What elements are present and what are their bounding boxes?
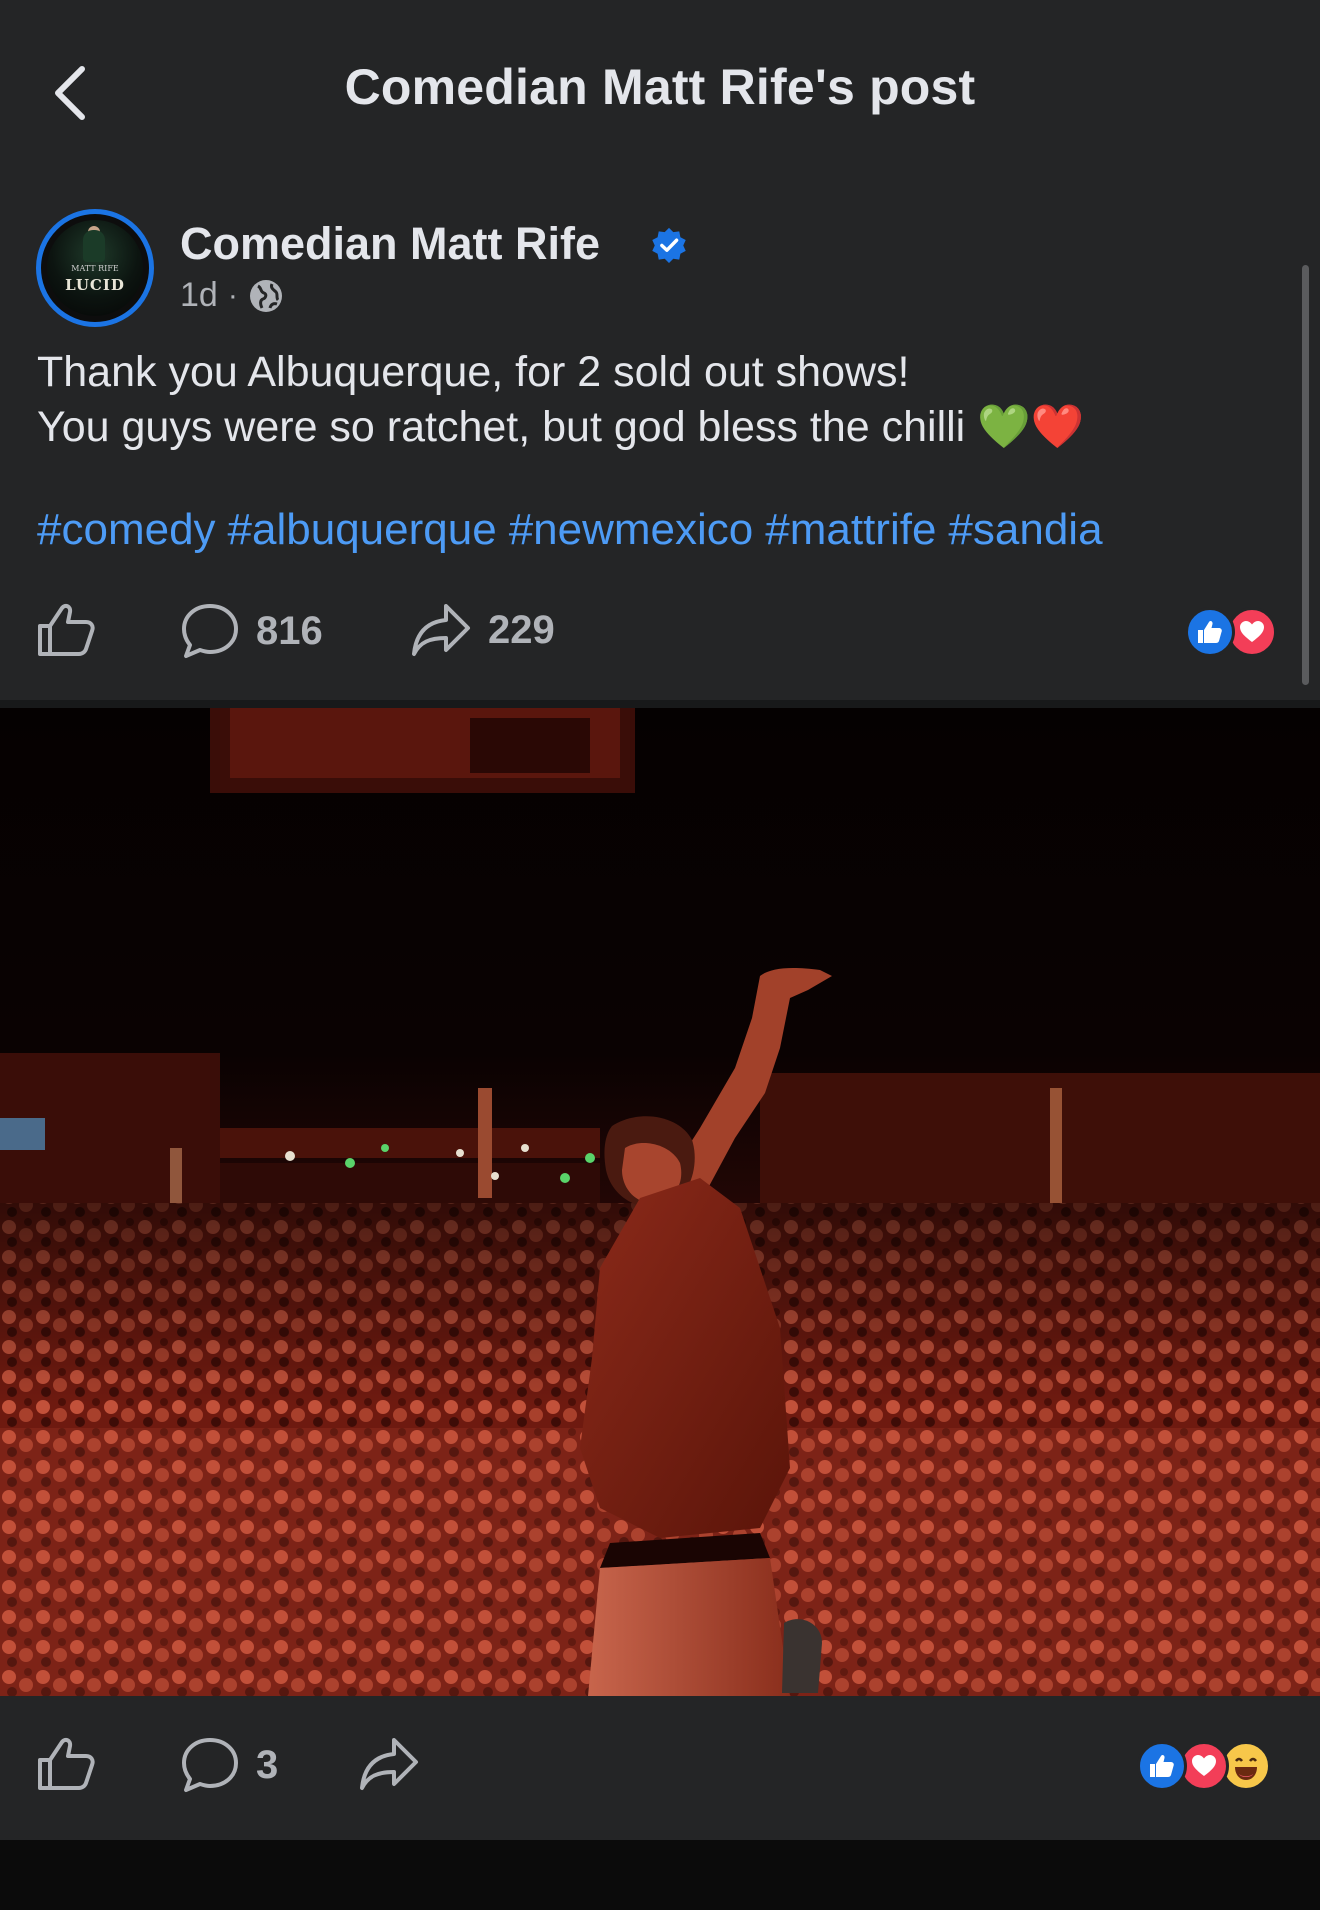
post-meta: 1d · — [180, 276, 284, 315]
share-count: 229 — [488, 607, 555, 652]
post-photo[interactable] — [0, 708, 1320, 1696]
globe-icon — [249, 279, 282, 312]
thumbs-up-icon — [38, 1737, 95, 1790]
photo-share-button[interactable] — [358, 1736, 420, 1792]
post-text-line-2: You guys were so ratchet, but god bless … — [37, 403, 1085, 451]
comment-icon — [182, 604, 238, 658]
hashtag-link[interactable]: #mattrife — [765, 505, 936, 554]
post-divider — [0, 700, 1320, 708]
photo-like-button[interactable] — [36, 1736, 96, 1792]
next-post-preview — [0, 1840, 1320, 1910]
avatar[interactable]: MATT RIFE LUCID — [36, 209, 154, 327]
avatar-brand: MATT RIFE — [71, 264, 119, 273]
author-name[interactable]: Comedian Matt Rife — [180, 218, 600, 270]
comment-icon — [182, 1738, 238, 1792]
share-icon — [360, 1738, 418, 1790]
like-reaction-icon — [1137, 1741, 1187, 1791]
post-page: Comedian Matt Rife's post MATT RIFE LUCI… — [0, 0, 1320, 1910]
photo-comment-count: 3 — [256, 1742, 279, 1787]
hashtag-link[interactable]: #comedy — [37, 505, 216, 554]
share-icon — [412, 604, 470, 656]
scrollbar[interactable] — [1302, 265, 1309, 685]
photo-reaction-summary[interactable] — [1137, 1741, 1271, 1791]
page-title: Comedian Matt Rife's post — [344, 59, 976, 115]
verified-badge-icon — [652, 227, 686, 264]
meta-separator: · — [227, 278, 238, 312]
hashtag-link[interactable]: #newmexico — [509, 505, 754, 554]
avatar-title: LUCID — [65, 276, 125, 294]
photo-comment-button[interactable]: 3 — [180, 1736, 278, 1794]
thumbs-up-icon — [38, 603, 95, 656]
post-text-line-1: Thank you Albuquerque, for 2 sold out sh… — [37, 348, 910, 396]
share-button[interactable]: 229 — [410, 602, 555, 658]
comment-button[interactable]: 816 — [180, 602, 323, 660]
hashtag-link[interactable]: #sandia — [948, 505, 1102, 554]
like-reaction-icon — [1185, 607, 1235, 657]
top-bar: Comedian Matt Rife's post — [0, 0, 1320, 180]
reaction-summary[interactable] — [1185, 607, 1277, 657]
post-text: Thank you Albuquerque, for 2 sold out sh… — [37, 345, 1287, 455]
comment-count: 816 — [256, 608, 323, 653]
post-time[interactable]: 1d — [180, 276, 218, 315]
like-button[interactable] — [36, 602, 96, 658]
hashtag-link[interactable]: #albuquerque — [228, 505, 497, 554]
post-action-bar: 816 229 — [0, 590, 1320, 670]
photo-action-bar: 3 — [0, 1728, 1320, 1808]
hashtags: #comedy #albuquerque #newmexico #mattrife #s… — [37, 505, 1115, 555]
concert-photo — [0, 708, 1320, 1696]
